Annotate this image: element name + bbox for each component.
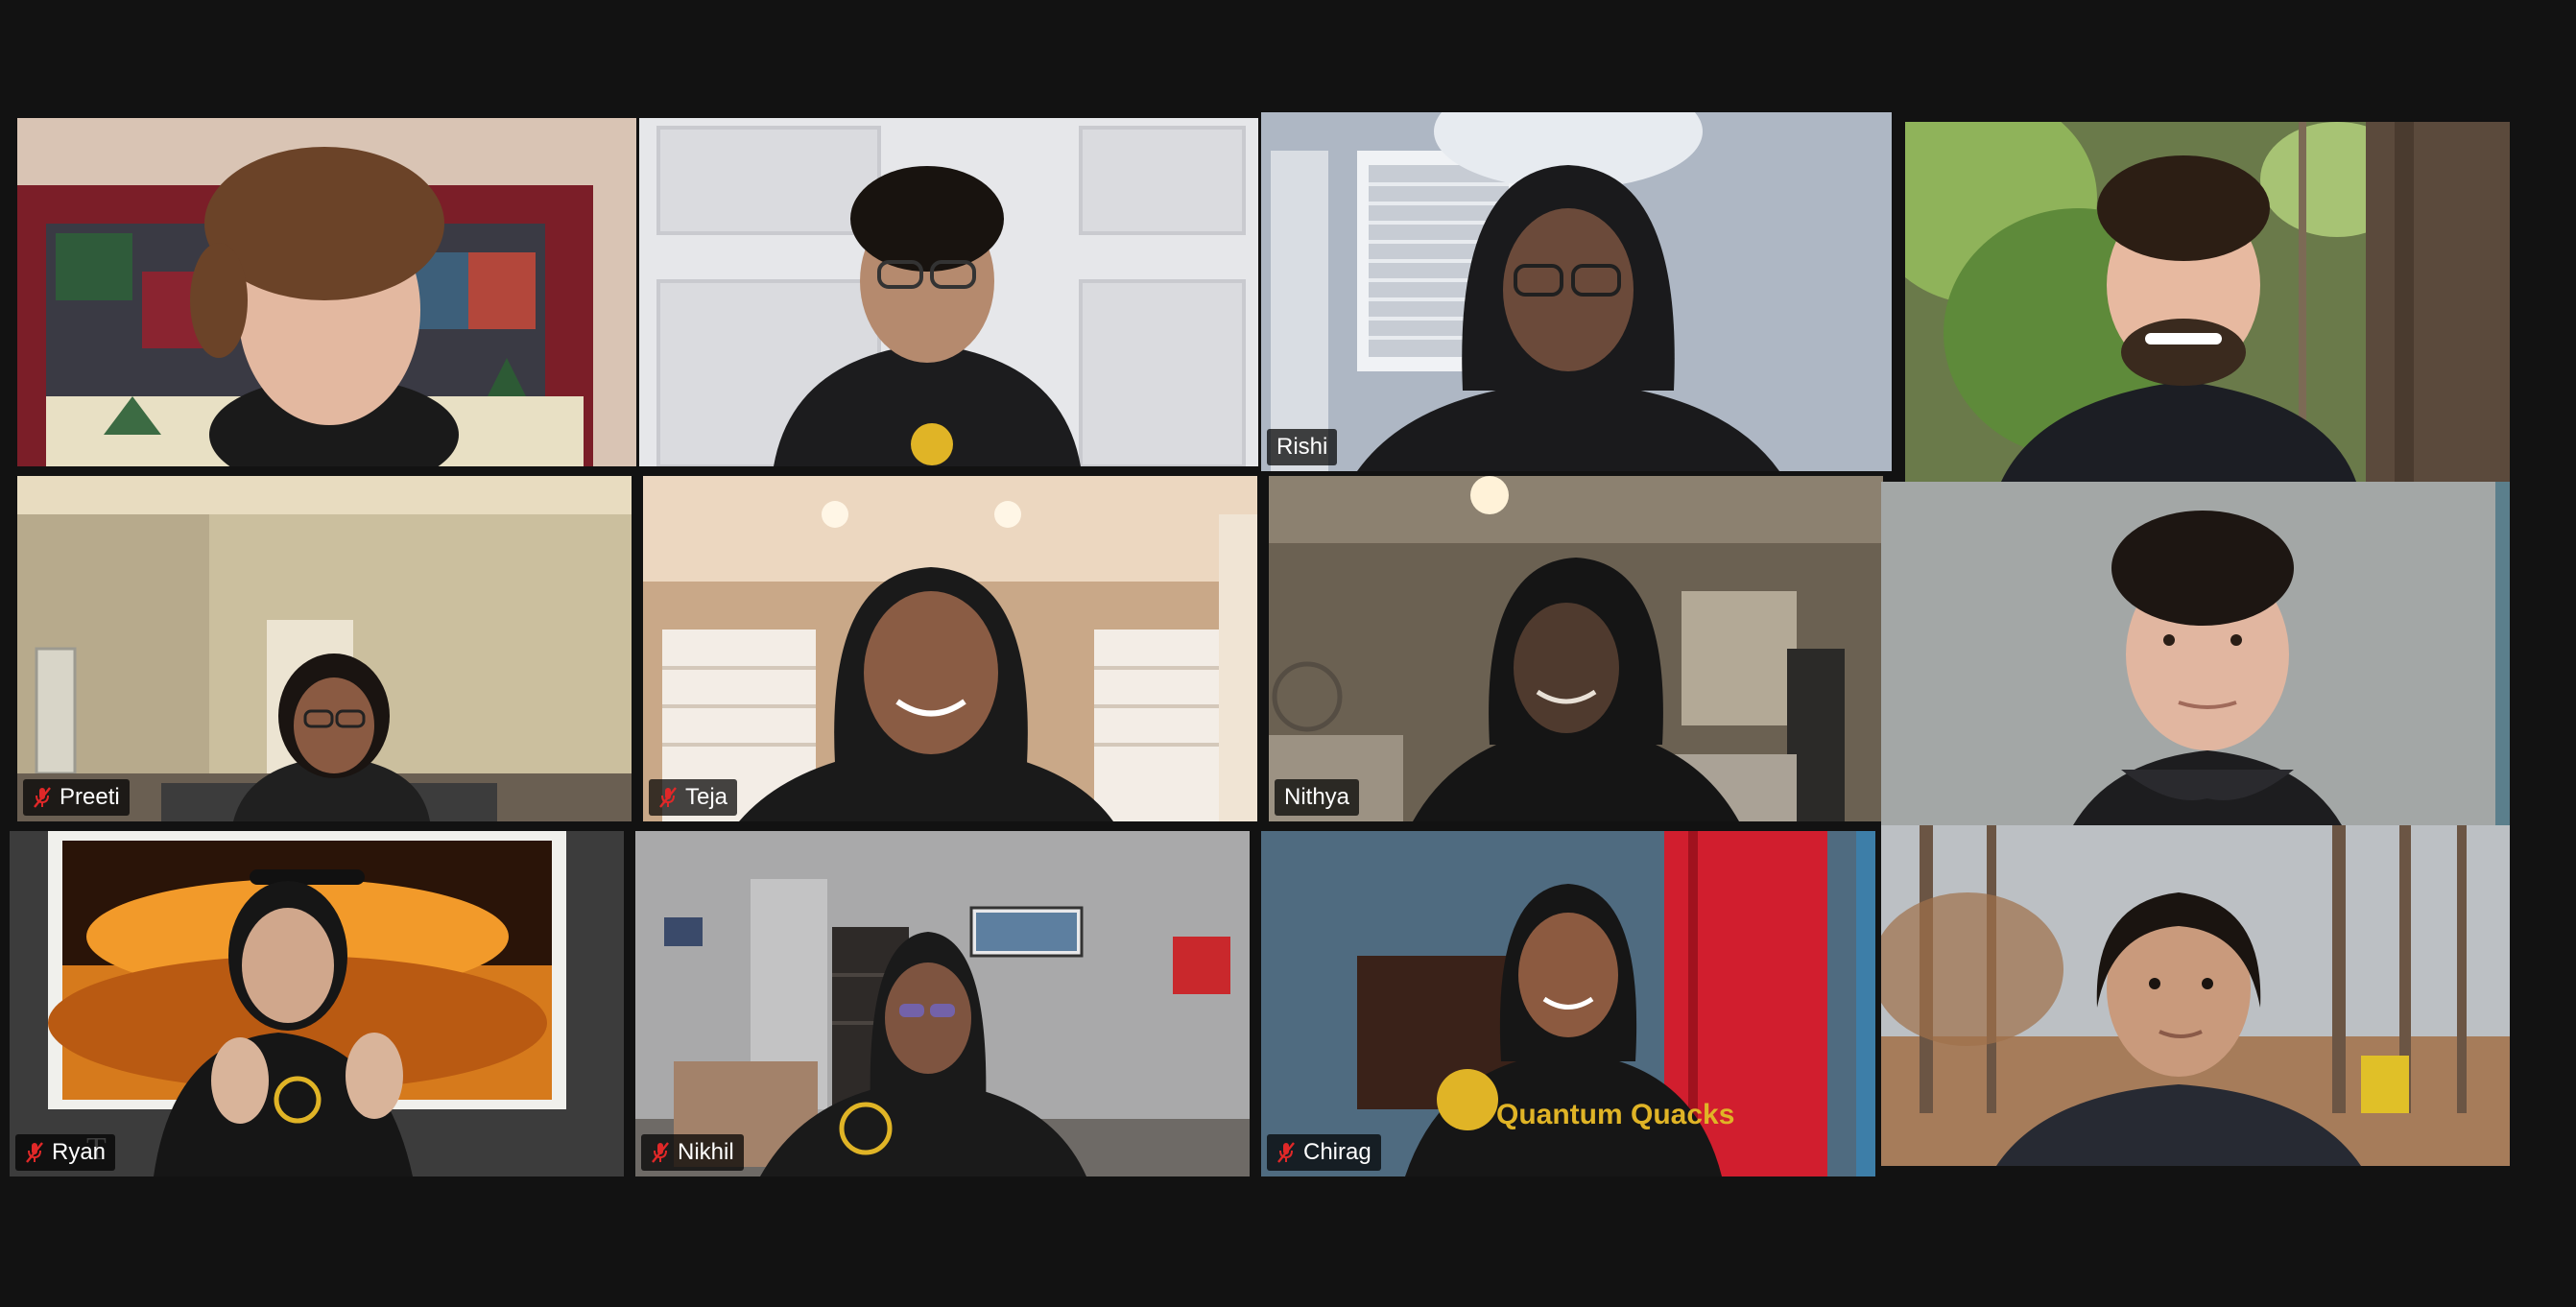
participant-video-tile[interactable] <box>639 118 1258 466</box>
mic-muted-icon <box>658 786 678 809</box>
participant-video <box>643 476 1257 821</box>
mic-muted-icon <box>651 1141 670 1164</box>
participant-name-tag: Rishi <box>1267 429 1338 465</box>
participant-video-tile[interactable] <box>1881 482 2510 825</box>
hoodie-logo: Quantum Quacks <box>1496 1099 1734 1130</box>
participant-video: Quantum Quacks <box>1261 831 1875 1176</box>
participant-video-tile[interactable] <box>1905 122 2510 482</box>
participant-video-tile[interactable]: Rishi <box>1261 112 1892 471</box>
participant-name: Preeti <box>60 784 120 810</box>
gallery-view: Rishi Preeti Teja Nithya T K Ryan Nikhil… <box>0 0 2576 1307</box>
participant-video-tile[interactable]: T K Ryan <box>10 831 624 1176</box>
participant-name-tag: Teja <box>649 779 738 816</box>
participant-name: Nikhil <box>678 1139 734 1165</box>
participant-name: Rishi <box>1276 434 1328 460</box>
participant-name: Nithya <box>1284 784 1350 810</box>
participant-name-tag: Nikhil <box>641 1134 744 1171</box>
participant-name-tag: Ryan <box>15 1134 116 1171</box>
participant-name: Teja <box>685 784 728 810</box>
participant-video-tile[interactable]: Nithya <box>1269 476 1883 821</box>
participant-video-tile[interactable] <box>1881 825 2510 1166</box>
participant-name-tag: Preeti <box>23 779 130 816</box>
participant-video-tile[interactable]: Teja <box>643 476 1257 821</box>
participant-name: Ryan <box>52 1139 107 1165</box>
mic-muted-icon <box>1276 1141 1296 1164</box>
participant-name-tag: Chirag <box>1267 1134 1381 1171</box>
participant-video-tile[interactable] <box>17 118 636 466</box>
participant-video <box>1261 112 1892 471</box>
participant-name-tag: Nithya <box>1275 779 1360 816</box>
participant-video <box>639 118 1258 466</box>
participant-video <box>17 118 636 466</box>
participant-video <box>1881 825 2510 1166</box>
participant-name: Chirag <box>1303 1139 1371 1165</box>
mic-muted-icon <box>33 786 52 809</box>
participant-video <box>635 831 1250 1176</box>
participant-video <box>1905 122 2510 482</box>
participant-video: T K <box>10 831 624 1176</box>
mic-muted-icon <box>25 1141 44 1164</box>
participant-video <box>1269 476 1883 821</box>
participant-video <box>17 476 632 821</box>
participant-video <box>1881 482 2510 825</box>
participant-video-tile[interactable]: Nikhil <box>635 831 1250 1176</box>
participant-video-tile[interactable]: Quantum Quacks Chirag <box>1261 831 1875 1176</box>
participant-video-tile[interactable]: Preeti <box>17 476 632 821</box>
